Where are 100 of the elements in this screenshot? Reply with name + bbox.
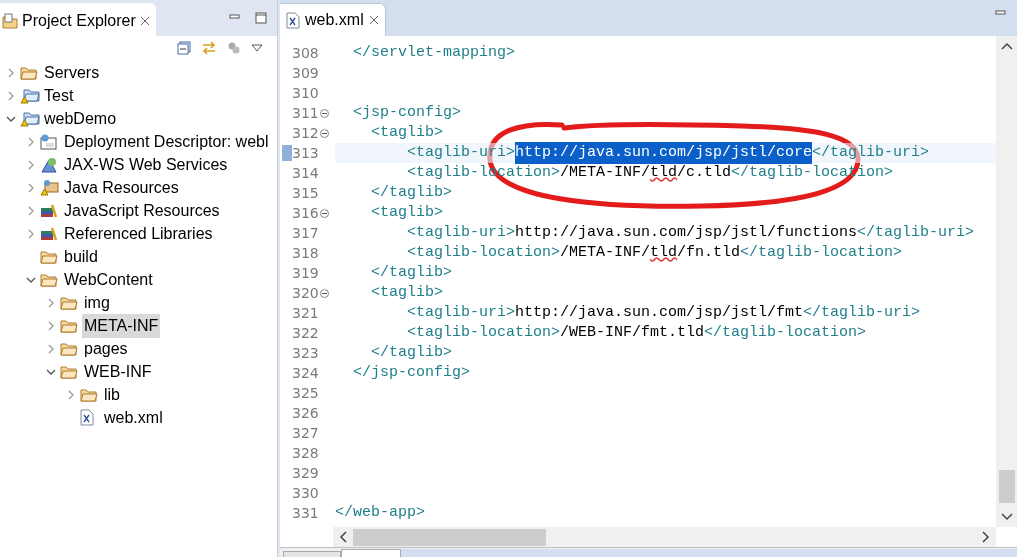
folder-icon [20, 65, 38, 80]
xml-text: tld [650, 162, 678, 183]
line-number: 326 [292, 403, 319, 423]
chevron-right-icon[interactable] [66, 389, 76, 400]
xml-tag: </servlet-mapping> [335, 41, 516, 65]
xml-text: /WEB-INF/fmt.tld [560, 322, 705, 343]
fold-collapse-icon[interactable] [319, 208, 329, 218]
java-resources-icon [40, 179, 60, 196]
library-books-icon [40, 203, 58, 218]
tree-item[interactable]: build [62, 244, 100, 269]
tree-item[interactable]: img [82, 290, 112, 315]
horizontal-scrollbar[interactable] [333, 527, 996, 547]
line-number: 314 [292, 163, 319, 183]
line-number: 330 [292, 483, 319, 503]
line-number: 320 [292, 283, 319, 303]
scroll-left-icon[interactable] [339, 531, 347, 543]
tree-item[interactable]: META-INF [82, 313, 161, 338]
link-arrows-icon[interactable] [201, 40, 217, 56]
line-number: 309 [292, 63, 319, 83]
line-number: 323 [292, 343, 319, 363]
xml-text: tld [650, 242, 678, 263]
line-number: 317 [292, 223, 319, 243]
line-number: 324 [292, 363, 319, 383]
folder-icon [60, 364, 78, 379]
vertical-scrollbar[interactable] [996, 36, 1017, 527]
tree-item[interactable]: Java Resources [62, 175, 181, 200]
tree-item[interactable]: JavaScript Resources [62, 198, 222, 223]
close-icon[interactable] [139, 16, 150, 26]
tab-title: web.xml [305, 10, 364, 30]
chevron-right-icon[interactable] [26, 205, 36, 216]
tree-item[interactable]: web.xml [102, 405, 165, 430]
line-number: 318 [292, 243, 319, 263]
line-number: 313 [292, 143, 319, 163]
scroll-thumb[interactable] [353, 528, 546, 546]
line-number: 331 [292, 503, 319, 523]
line-number: 328 [292, 443, 319, 463]
scroll-down-icon[interactable] [1000, 513, 1013, 521]
scroll-up-icon[interactable] [1000, 42, 1013, 50]
source-tab[interactable] [341, 549, 401, 557]
xml-text: http://java.sun.com/jsp/jstl/functions [515, 222, 858, 243]
chevron-right-icon[interactable] [6, 67, 16, 78]
line-number: 322 [292, 323, 319, 343]
xml-text: /fn.tld [677, 242, 741, 263]
explorer-tab[interactable]: Project Explorer [0, 3, 156, 39]
tree-item[interactable]: pages [82, 336, 130, 361]
xml-tag: </taglib-uri> [812, 141, 930, 165]
tree-item[interactable]: JAX-WS Web Services [62, 152, 230, 177]
tree-item[interactable]: webDemo [42, 106, 119, 131]
tree-item[interactable]: WEB-INF [82, 359, 154, 384]
maximize-icon[interactable] [255, 12, 267, 24]
xml-text: /META-INF/ [560, 242, 651, 263]
line-number: 308 [292, 43, 319, 63]
chevron-right-icon[interactable] [26, 136, 36, 147]
folder-icon [60, 318, 78, 333]
tree-item[interactable]: lib [102, 382, 122, 407]
xml-tag: </web-app> [335, 501, 425, 525]
editor-tab[interactable]: web.xml [280, 3, 386, 36]
fold-collapse-icon[interactable] [319, 108, 329, 118]
close-icon[interactable] [368, 15, 379, 25]
line-number: 312 [292, 123, 319, 143]
fold-collapse-icon[interactable] [319, 288, 329, 298]
xml-text: /c.tld [677, 162, 732, 183]
line-number: 311 [292, 103, 319, 123]
explorer-icon [2, 13, 18, 29]
folder-icon [40, 272, 58, 287]
folder-icon [60, 295, 78, 310]
filter-icon[interactable] [227, 41, 241, 55]
tree-item[interactable]: Deployment Descriptor: webl [62, 129, 271, 154]
library-books-icon [40, 226, 58, 241]
tree-item[interactable]: Referenced Libraries [62, 221, 215, 246]
fold-collapse-icon[interactable] [319, 128, 329, 138]
chevron-right-icon[interactable] [46, 343, 56, 354]
chevron-right-icon[interactable] [46, 297, 56, 308]
line-number: 319 [292, 263, 319, 283]
chevron-right-icon[interactable] [6, 90, 16, 101]
scroll-thumb[interactable] [998, 470, 1015, 503]
chevron-right-icon[interactable] [26, 182, 36, 193]
chevron-right-icon[interactable] [46, 320, 56, 331]
line-number: 315 [292, 183, 319, 203]
line-number: 327 [292, 423, 319, 443]
xml-text: http://java.sun.com/jsp/jstl/fmt [515, 302, 804, 323]
current-line-marker-icon [282, 145, 292, 161]
tab-title: Project Explorer [22, 11, 136, 31]
xml-file-icon [80, 409, 94, 426]
project-folder-icon [20, 87, 40, 104]
line-number: 310 [292, 83, 319, 103]
xml-file-icon [286, 11, 300, 29]
design-tab[interactable] [283, 551, 341, 557]
scroll-right-icon[interactable] [982, 531, 990, 543]
chevron-right-icon[interactable] [26, 159, 36, 170]
chevron-right-icon[interactable] [26, 228, 36, 239]
tree-item[interactable]: Test [42, 83, 76, 108]
line-number: 329 [292, 463, 319, 483]
view-menu-icon[interactable] [251, 44, 263, 52]
tree-item[interactable]: Servers [42, 60, 102, 85]
tree-item[interactable]: WebContent [62, 267, 155, 292]
line-number: 325 [292, 383, 319, 403]
selected-text: http://java.sun.com/jsp/jstl/core [515, 141, 813, 165]
descriptor-icon [40, 133, 58, 150]
collapse-all-icon[interactable] [177, 41, 191, 55]
